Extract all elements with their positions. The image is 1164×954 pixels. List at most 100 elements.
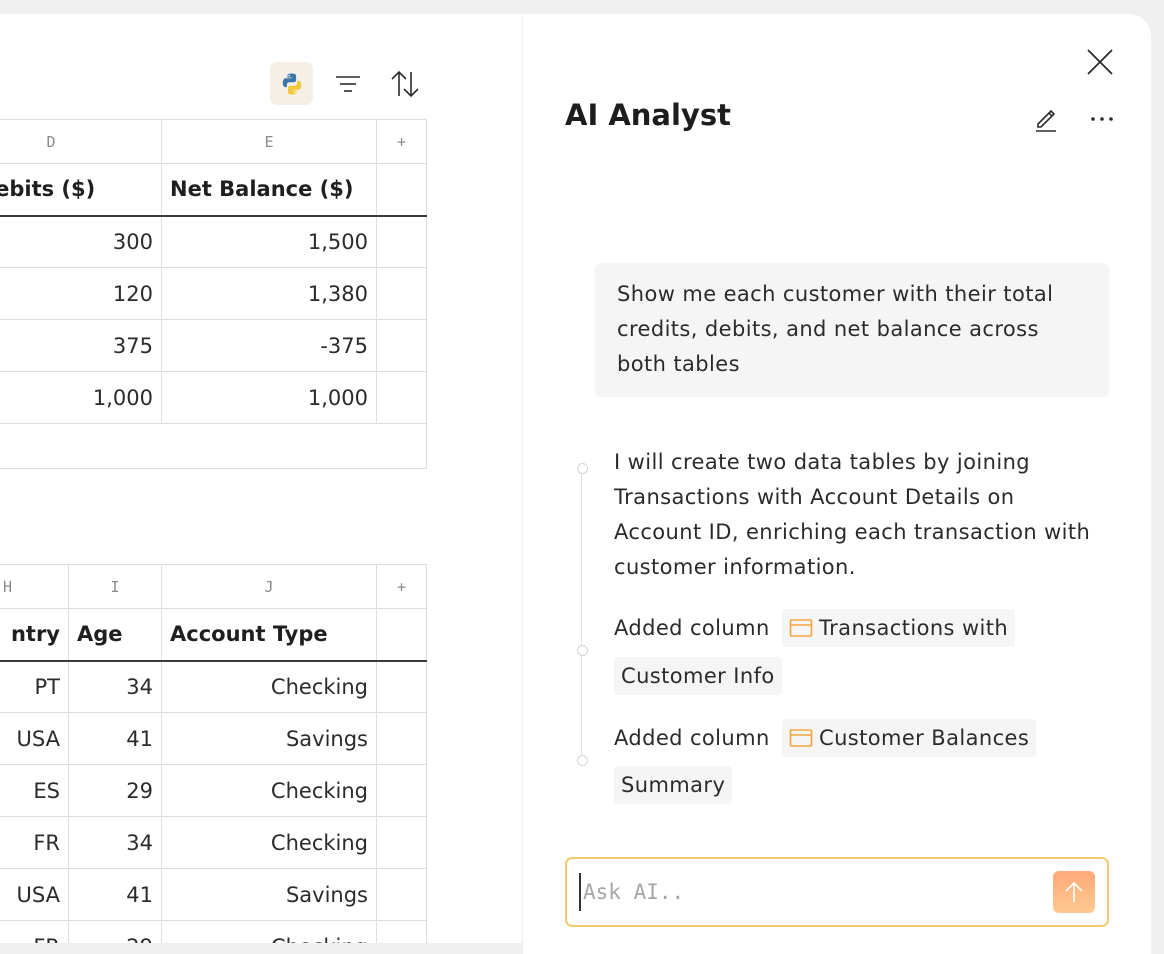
column-chip-label: Customer Info — [621, 664, 775, 688]
filter-icon — [336, 76, 360, 92]
table-row-empty — [0, 423, 427, 469]
table-cell-empty[interactable] — [376, 920, 427, 943]
table-cell-empty[interactable] — [376, 267, 427, 320]
header-cell[interactable]: Net Balance ($) — [161, 163, 377, 217]
column-chip[interactable]: Transactions with — [782, 609, 1016, 647]
table-cell-empty[interactable] — [376, 712, 427, 765]
table-cell[interactable]: Checking — [161, 920, 377, 943]
header-cell[interactable]: Account Type — [161, 608, 377, 662]
table-cell-empty[interactable] — [376, 319, 427, 372]
table-cell[interactable]: 34 — [68, 816, 162, 869]
spreadsheet-panel: D E + al Debits ($) Net Balance ($) 300 … — [0, 14, 522, 943]
column-chip[interactable]: Customer Balances — [782, 719, 1037, 757]
table-cell[interactable]: 1,380 — [161, 267, 377, 320]
user-message: Show me each customer with their total c… — [595, 263, 1109, 397]
column-chip-continued[interactable]: Summary — [614, 766, 733, 804]
table-cell[interactable]: FR — [0, 920, 69, 943]
header-row: ntry Age Account Type — [0, 608, 427, 662]
table-cell[interactable]: Checking — [161, 660, 377, 713]
table-cell[interactable]: PT — [0, 660, 69, 713]
sort-button[interactable] — [386, 65, 424, 103]
table-cell[interactable]: 29 — [68, 920, 162, 943]
table-balances: D E + al Debits ($) Net Balance ($) 300 … — [0, 119, 427, 469]
table-cell-empty[interactable] — [376, 215, 427, 268]
column-letter[interactable]: J — [161, 564, 377, 609]
table-cell[interactable]: 375 — [0, 319, 162, 372]
pencil-icon — [1036, 109, 1056, 132]
empty-row-cell[interactable] — [0, 423, 427, 469]
column-letter[interactable]: E — [161, 119, 377, 164]
header-cell-empty[interactable] — [376, 163, 427, 217]
table-cell[interactable]: 1,500 — [161, 215, 377, 268]
table-row: USA 41 Savings — [0, 868, 427, 921]
table-cell[interactable]: ES — [0, 764, 69, 817]
column-letters-row: H I J + — [0, 564, 427, 609]
table-row: FR 34 Checking — [0, 816, 427, 869]
column-letter[interactable]: H — [0, 564, 69, 609]
column-chip-continued[interactable]: Customer Info — [614, 657, 782, 695]
table-cell[interactable]: Checking — [161, 816, 377, 869]
filter-button[interactable] — [331, 67, 365, 101]
table-cell-empty[interactable] — [376, 868, 427, 921]
table-cell[interactable]: 120 — [0, 267, 162, 320]
table-cell-empty[interactable] — [376, 764, 427, 817]
ask-ai-box — [565, 857, 1109, 927]
ask-ai-input[interactable] — [579, 873, 1045, 911]
more-icon — [1091, 117, 1113, 121]
table-cell[interactable]: 300 — [0, 215, 162, 268]
timeline-line — [581, 469, 582, 759]
table-cell[interactable]: 1,000 — [0, 371, 162, 424]
table-row: PT 34 Checking — [0, 660, 427, 713]
close-button[interactable] — [1084, 46, 1116, 78]
header-cell[interactable]: ntry — [0, 608, 69, 662]
more-options-button[interactable] — [1085, 102, 1119, 136]
table-row: 120 1,380 — [0, 267, 427, 320]
ai-response-message: I will create two data tables by joining… — [614, 450, 1091, 579]
table-cell-empty[interactable] — [376, 660, 427, 713]
table-cell[interactable]: 1,000 — [161, 371, 377, 424]
table-cell[interactable]: Savings — [161, 712, 377, 765]
table-cell-empty[interactable] — [376, 816, 427, 869]
column-letter[interactable]: I — [68, 564, 162, 609]
table-cell[interactable]: 34 — [68, 660, 162, 713]
table-cell[interactable]: USA — [0, 712, 69, 765]
python-button[interactable] — [270, 62, 313, 105]
close-icon — [1087, 49, 1113, 75]
sort-icon — [391, 70, 419, 98]
timeline-dot — [577, 645, 588, 656]
table-row: 300 1,500 — [0, 215, 427, 268]
table-cell[interactable]: -375 — [161, 319, 377, 372]
table-cell-empty[interactable] — [376, 371, 427, 424]
header-cell[interactable]: al Debits ($) — [0, 163, 162, 217]
table-accounts: H I J + ntry Age Account Type PT 34 Chec… — [0, 564, 427, 943]
table-cell[interactable]: 41 — [68, 712, 162, 765]
added-column-item: Added column Transactions with Customer … — [614, 609, 1064, 709]
timeline-dot — [577, 755, 588, 766]
table-row: 1,000 1,000 — [0, 371, 427, 424]
add-column-button[interactable]: + — [376, 119, 427, 164]
header-cell-empty[interactable] — [376, 608, 427, 662]
added-column-label: Added column — [614, 726, 770, 750]
table-cell[interactable]: Checking — [161, 764, 377, 817]
table-cell[interactable]: FR — [0, 816, 69, 869]
table-cell[interactable]: USA — [0, 868, 69, 921]
column-letter[interactable]: D — [0, 119, 162, 164]
python-icon — [282, 73, 301, 94]
table-row: ES 29 Checking — [0, 764, 427, 817]
table-icon — [789, 619, 813, 637]
column-chip-label: Summary — [621, 773, 726, 797]
table-row: 375 -375 — [0, 319, 427, 372]
table-cell[interactable]: 41 — [68, 868, 162, 921]
table-cell[interactable]: Savings — [161, 868, 377, 921]
ai-analyst-panel: AI Analyst Show me each customer with th… — [523, 14, 1151, 954]
edit-button[interactable] — [1029, 102, 1063, 136]
send-button[interactable] — [1053, 871, 1095, 913]
header-cell[interactable]: Age — [68, 608, 162, 662]
timeline-dot — [577, 463, 588, 474]
table-cell[interactable]: 29 — [68, 764, 162, 817]
add-column-button[interactable]: + — [376, 564, 427, 609]
column-letters-row: D E + — [0, 119, 427, 164]
table-row: FR 29 Checking — [0, 920, 427, 943]
panel-title: AI Analyst — [565, 98, 731, 132]
table-row: USA 41 Savings — [0, 712, 427, 765]
